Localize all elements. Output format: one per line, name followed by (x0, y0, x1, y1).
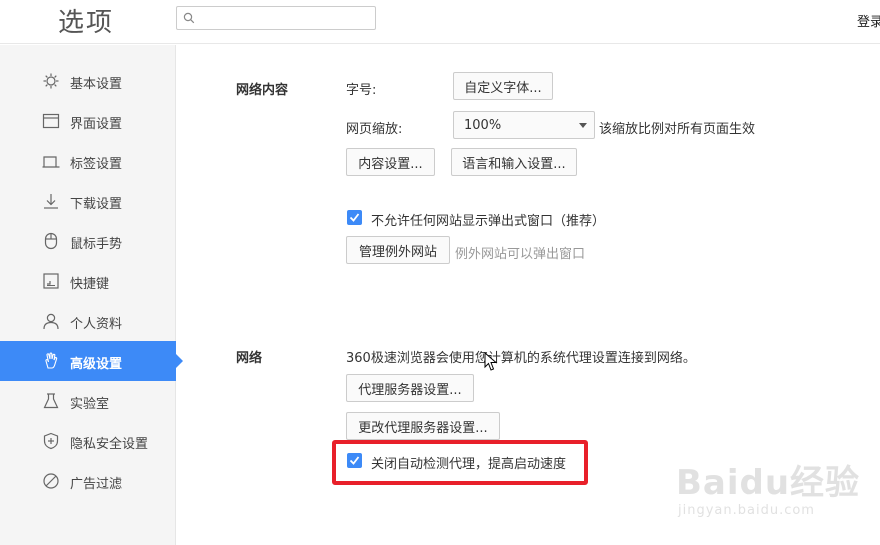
chevron-down-icon (579, 123, 587, 128)
search-input[interactable] (199, 9, 371, 27)
header-bar: 选项 登录 (0, 0, 880, 44)
baidu-watermark: Baidu经验 jingyan.baidu.com (676, 445, 876, 530)
change-proxy-button[interactable]: 更改代理服务器设置... (346, 412, 500, 440)
hand-icon (45, 352, 58, 369)
sidebar-item-interface[interactable]: 界面设置 (0, 101, 176, 141)
sidebar-item-basic[interactable]: 基本设置 (0, 61, 176, 101)
shortcut-icon (43, 273, 59, 289)
section-label-web-content: 网络内容 (236, 83, 289, 98)
shield-icon (43, 432, 59, 450)
sidebar-item-label: 个人资料 (70, 317, 123, 332)
watermark-sub-text: jingyan.baidu.com (678, 503, 815, 518)
login-link[interactable]: 登录 (857, 11, 880, 30)
sidebar-item-label: 鼠标手势 (70, 237, 123, 252)
zoom-note: 该缩放比例对所有页面生效 (599, 122, 756, 137)
mouse-cursor-icon (484, 352, 498, 371)
custom-font-button[interactable]: 自定义字体... (453, 72, 553, 100)
language-input-button[interactable]: 语言和输入设置... (451, 148, 577, 176)
sidebar-item-label: 基本设置 (70, 77, 123, 92)
sidebar-item-tabs[interactable]: 标签设置 (0, 141, 176, 181)
sidebar-item-label: 标签设置 (70, 157, 123, 172)
popup-block-checkbox[interactable] (347, 210, 362, 225)
download-icon (44, 194, 58, 209)
tab-icon (42, 156, 60, 168)
content-settings-button[interactable]: 内容设置... (346, 148, 435, 176)
zoom-label: 网页缩放: (346, 122, 403, 137)
sidebar: 基本设置 界面设置 标签设置 下载设置 鼠标手势 快捷键 个人资料 高级设置 实… (0, 45, 183, 545)
annotation-highlight (332, 440, 588, 485)
sidebar-item-label: 界面设置 (70, 117, 123, 132)
sidebar-item-profile[interactable]: 个人资料 (0, 301, 176, 341)
section-label-network: 网络 (236, 351, 263, 366)
sidebar-item-advanced[interactable]: 高级设置 (0, 341, 183, 381)
sidebar-item-lab[interactable]: 实验室 (0, 381, 176, 421)
check-icon (349, 213, 360, 222)
user-icon (43, 313, 59, 330)
sidebar-item-label: 下载设置 (70, 197, 123, 212)
sidebar-item-label: 实验室 (70, 397, 110, 412)
zoom-value: 100% (464, 117, 502, 133)
sidebar-item-label: 广告过滤 (70, 477, 123, 492)
sidebar-item-label: 高级设置 (70, 357, 123, 372)
block-icon (43, 473, 59, 489)
network-description: 360极速浏览器会使用您计算机的系统代理设置连接到网络。 (346, 351, 696, 366)
gear-icon (43, 73, 59, 89)
popup-block-label: 不允许任何网站显示弹出式窗口（推荐） (371, 214, 606, 229)
sidebar-item-shortcut[interactable]: 快捷键 (0, 261, 176, 301)
page-title: 选项 (58, 8, 115, 38)
search-box[interactable] (176, 6, 376, 30)
sidebar-item-label: 快捷键 (70, 277, 110, 292)
proxy-settings-button[interactable]: 代理服务器设置... (346, 374, 474, 402)
mouse-icon (44, 232, 58, 250)
flask-icon (43, 393, 59, 409)
sidebar-item-adblock[interactable]: 广告过滤 (0, 461, 176, 501)
font-size-label: 字号: (346, 83, 377, 98)
watermark-main-text: Baidu经验 (676, 463, 861, 503)
manage-exceptions-button[interactable]: 管理例外网站 (346, 236, 450, 264)
search-icon (183, 12, 195, 24)
exceptions-note: 例外网站可以弹出窗口 (455, 247, 586, 262)
window-icon (42, 113, 60, 129)
sidebar-item-label: 隐私安全设置 (70, 437, 149, 452)
sidebar-item-mouse[interactable]: 鼠标手势 (0, 221, 176, 261)
sidebar-item-privacy[interactable]: 隐私安全设置 (0, 421, 176, 461)
sidebar-item-download[interactable]: 下载设置 (0, 181, 176, 221)
zoom-select[interactable]: 100% (453, 111, 595, 139)
